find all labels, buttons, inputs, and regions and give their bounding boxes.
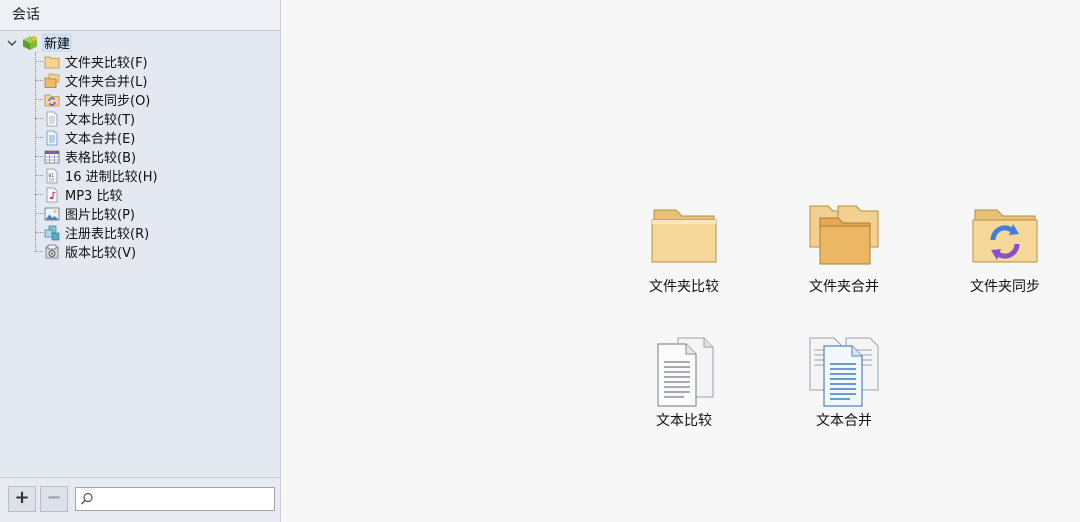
mp3-icon <box>46 187 58 202</box>
tree-item-label: 表格比较(B) <box>65 151 137 166</box>
tree-item-picture-compare[interactable]: 图片比较(P) <box>35 204 135 223</box>
registry-icon <box>44 225 60 240</box>
tile-label: 文本合并 <box>816 413 872 429</box>
tree-item-label: 16 进制比较(H) <box>65 170 158 185</box>
tree-item-text-compare[interactable]: 文本比较(T) <box>35 109 135 128</box>
tile-label: 文件夹比较 <box>649 279 719 295</box>
tree-item-label: 文件夹比较(F) <box>65 56 148 71</box>
tree-item-label: 版本比较(V) <box>65 246 137 261</box>
folder-icon <box>44 56 60 68</box>
version-icon <box>45 244 59 258</box>
tree-item-label: 文本合并(E) <box>65 132 136 147</box>
folder-sync-icon <box>44 94 60 106</box>
new-session-cube-icon <box>23 35 37 50</box>
folder-sync-large-icon <box>972 209 1038 263</box>
folder-merge-large-icon <box>809 205 879 265</box>
session-panel-footer: + − <box>0 477 280 522</box>
tree-item-label: 文件夹同步(O) <box>65 94 151 109</box>
session-panel-title: 会话 <box>0 0 280 31</box>
tree-item-label: 文本比较(T) <box>65 113 136 128</box>
tile-text-merge[interactable]: 文本合并 <box>779 336 909 430</box>
folder-compare-large-icon <box>651 209 717 263</box>
session-panel: 会话 新建 文件夹比较(F) 文件夹合并(L) 文件夹同步(O) 文本比较(T)… <box>0 0 281 522</box>
tree-item-label: 图片比较(P) <box>65 208 135 223</box>
tree-item-table-compare[interactable]: 表格比较(B) <box>35 147 136 166</box>
hex-icon: 01 10 <box>46 168 58 183</box>
search-icon <box>81 492 93 505</box>
tile-folder-merge[interactable]: 文件夹合并 <box>779 202 909 296</box>
text-merge-large-icon <box>809 337 879 407</box>
tree-item-folder-merge[interactable]: 文件夹合并(L) <box>35 71 147 90</box>
tree-root-label: 新建 <box>42 33 73 52</box>
table-icon <box>44 150 60 163</box>
tree-item-text-merge[interactable]: 文本合并(E) <box>35 128 135 147</box>
tree-item-label: MP3 比较 <box>65 189 123 204</box>
tile-text-compare[interactable]: 文本比较 <box>619 336 749 430</box>
text-compare-large-icon <box>657 337 714 407</box>
svg-text:10: 10 <box>49 177 55 183</box>
tree-item-label: 文件夹合并(L) <box>65 75 148 90</box>
session-search-field[interactable] <box>75 487 275 511</box>
chevron-down-icon[interactable] <box>6 37 18 49</box>
tree-item-hex-compare[interactable]: 01 10 16 进制比较(H) <box>35 166 158 185</box>
tree-item-registry-compare[interactable]: 注册表比较(R) <box>35 223 149 242</box>
tree-item-folder-compare[interactable]: 文件夹比较(F) <box>35 52 148 71</box>
tree-item-label: 注册表比较(R) <box>65 227 150 242</box>
text-merge-icon <box>46 130 58 145</box>
add-session-button[interactable]: + <box>8 486 36 512</box>
tree-item-version-compare[interactable]: 版本比较(V) <box>35 242 136 261</box>
picture-icon <box>44 207 60 220</box>
tile-label: 文件夹合并 <box>809 279 879 295</box>
tile-folder-compare[interactable]: 文件夹比较 <box>619 202 749 296</box>
remove-session-button[interactable]: − <box>40 486 68 512</box>
folder-merge-icon <box>44 73 60 88</box>
tree-item-folder-sync[interactable]: 文件夹同步(O) <box>35 90 150 109</box>
tree-item-mp3-compare[interactable]: MP3 比较 <box>35 185 122 204</box>
search-input[interactable] <box>98 490 270 508</box>
new-session-launcher: 文件夹比较 文件夹合并 文件夹同步 文本比较 文本合并 <box>282 0 1080 522</box>
text-doc-icon <box>46 111 58 126</box>
tile-label: 文本比较 <box>656 413 712 429</box>
session-tree[interactable]: 新建 文件夹比较(F) 文件夹合并(L) 文件夹同步(O) 文本比较(T) 文本… <box>0 31 280 477</box>
tile-label: 文件夹同步 <box>970 279 1040 295</box>
tree-root-new[interactable]: 新建 <box>6 33 73 52</box>
tile-folder-sync[interactable]: 文件夹同步 <box>940 202 1070 296</box>
